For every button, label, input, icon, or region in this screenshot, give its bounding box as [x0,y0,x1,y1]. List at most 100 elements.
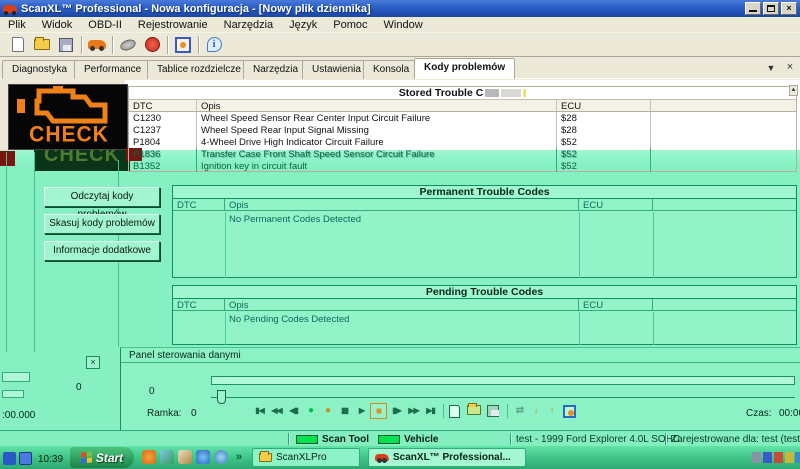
tray-left-icon[interactable] [3,452,16,465]
tab-diagnostyka[interactable]: Diagnostyka [2,60,77,79]
time-label: Czas: [746,408,772,419]
minimize-button[interactable] [745,2,761,15]
col-ecu: ECU [579,299,653,310]
new-file-button[interactable] [6,34,30,55]
dashboard-mini-button[interactable] [563,405,576,418]
tray-icon[interactable] [763,452,772,463]
tab-close-icon[interactable]: × [783,61,797,73]
info-button[interactable]: i [202,34,226,55]
disconnect-button[interactable] [116,34,140,55]
permanent-title: Permanent Trouble Codes [173,186,796,199]
tab-tablice-rozdzielcze[interactable]: Tablice rozdzielcze [147,60,251,79]
step-forward-button[interactable]: ▮▶ [388,403,405,419]
tab-kody-problemow[interactable]: Kody problemów [414,58,515,79]
table-row[interactable]: C1237 Wheel Speed Rear Input Signal Miss… [129,124,796,136]
close-button[interactable]: × [781,2,797,15]
tray-left-icon[interactable] [19,452,32,465]
menu-obd2[interactable]: OBD-II [80,18,130,32]
menu-pomoc[interactable]: Pomoc [325,18,375,32]
connect-plug-icon [145,37,160,52]
play-button[interactable]: ▶ [353,403,370,419]
step-back-button[interactable]: ◀▮ [285,403,302,419]
remnant-track [2,390,24,398]
vehicle-button[interactable] [85,34,109,55]
menu-widok[interactable]: Widok [34,18,81,32]
open-file-button[interactable] [30,34,54,55]
cell-opis: Wheel Speed Rear Input Signal Missing [197,124,557,136]
cell-extra [651,160,796,172]
table-row[interactable]: B1352 Ignition key in circuit fault $52 [129,160,796,172]
pending-trouble-group: Pending Trouble Codes DTC Opis ECU No Pe… [172,285,797,345]
log-open-button[interactable] [467,405,481,415]
quicklaunch-media-icon[interactable] [214,450,228,464]
dashboard-button[interactable] [171,34,195,55]
status-separator [510,433,511,445]
tab-narzedzia[interactable]: Narzędzia [243,60,308,79]
read-codes-button[interactable]: Odczytaj kody problemów [44,187,160,207]
menu-jezyk[interactable]: Język [281,18,325,32]
menu-rejestrowanie[interactable]: Rejestrowanie [130,18,216,32]
status-separator [288,433,289,445]
record-alt-button[interactable]: ● [319,403,336,419]
stop-button[interactable]: ■ [370,403,387,419]
cell-opis: Transfer Case Front Shaft Speed Sensor C… [197,148,557,160]
window-title: ScanXL™ Professional - Nowa konfiguracja… [21,3,371,15]
log-save-button[interactable] [487,405,499,417]
car-icon [375,454,389,461]
menu-narzedzia[interactable]: Narzędzia [216,18,282,32]
tab-dropdown-icon[interactable]: ▼ [764,63,778,73]
cell-ecu: $52 [557,136,651,148]
restore-button[interactable] [763,2,779,15]
additional-info-button[interactable]: Informacje dodatkowe [44,241,160,261]
upload-button[interactable]: ↑ [545,403,559,419]
tray-icon[interactable] [752,452,761,463]
save-file-button[interactable] [54,34,78,55]
convert-button[interactable]: ⇄ [513,403,527,419]
menu-window[interactable]: Window [376,18,431,32]
table-row[interactable]: P1804 4-Wheel Drive High Indicator Circu… [129,136,796,148]
scroll-up-icon[interactable]: ▲ [789,85,798,96]
new-file-icon [12,37,24,52]
quicklaunch-tool-icon[interactable] [178,450,192,464]
task-scanxlpro-folder[interactable]: ScanXLPro [252,448,360,467]
remnant-close-icon[interactable]: × [86,356,100,369]
frame-value: 0 [191,408,197,419]
quicklaunch-ie-icon[interactable] [196,450,210,464]
menu-plik[interactable]: Plik [0,18,34,32]
col-dtc: DTC [173,299,225,310]
fast-forward-button[interactable]: ▶▶ [405,403,422,419]
title-bar: ScanXL™ Professional - Nowa konfiguracja… [0,0,800,17]
record-button[interactable]: ● [302,403,319,419]
slider-track[interactable] [211,397,795,398]
tab-ustawienia[interactable]: Ustawienia [302,60,371,79]
tab-performance[interactable]: Performance [74,60,151,79]
tray-icon[interactable] [795,452,800,463]
pause-button[interactable]: ▮▮ [336,403,353,419]
cell-dtc: P1836 [129,148,197,160]
rewind-button[interactable]: ◀◀ [268,403,285,419]
table-row[interactable]: P1836 Transfer Case Front Shaft Speed Se… [129,148,796,160]
skip-end-button[interactable]: ▶▮ [422,403,439,419]
cell-extra [651,112,796,124]
quicklaunch-browser-icon[interactable] [142,450,156,464]
connect-button[interactable] [140,34,164,55]
slider-thumb[interactable] [217,390,226,404]
download-button[interactable]: ↓ [529,403,543,419]
remnant-track [2,372,30,382]
tab-konsola[interactable]: Konsola [363,60,419,79]
skip-start-button[interactable]: ▮◀ [251,403,268,419]
task-scanxl-app[interactable]: ScanXL™ Professional... [368,448,526,467]
tray-volume-icon[interactable] [785,452,794,463]
col-opis: Opis [225,299,579,310]
progress-track[interactable] [211,376,795,385]
clear-codes-button[interactable]: Skasuj kody problemów [44,214,160,234]
quicklaunch-overflow[interactable]: » [236,451,242,463]
tray-network-icon[interactable] [774,452,783,463]
permanent-empty-text: No Permanent Codes Detected [173,211,796,225]
glitch-artifact [501,89,521,97]
quicklaunch-photos-icon[interactable] [160,450,174,464]
log-new-button[interactable] [449,405,460,418]
table-row[interactable]: C1230 Wheel Speed Sensor Rear Center Inp… [129,112,796,124]
start-button[interactable]: Start [70,447,134,468]
col-dtc: DTC [173,199,225,210]
